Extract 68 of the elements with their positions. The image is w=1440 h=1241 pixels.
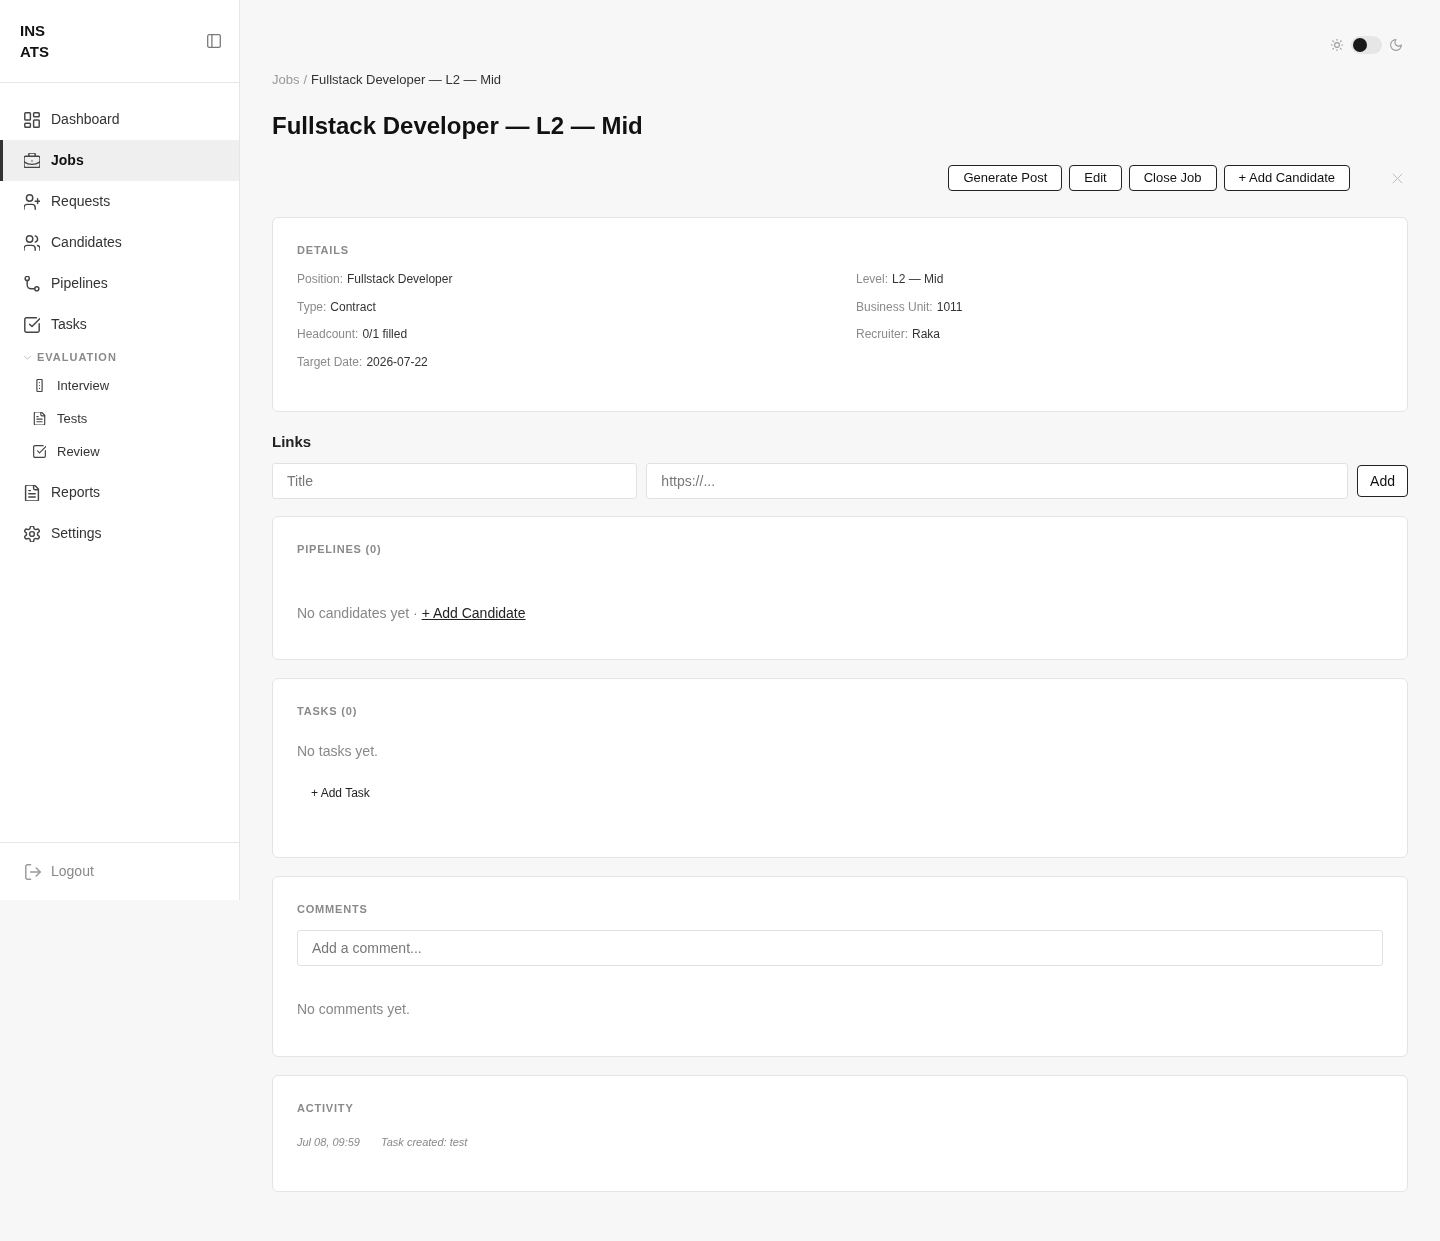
add-button[interactable]: Add: [1357, 465, 1408, 497]
empty-state-text: No comments yet.: [297, 1000, 411, 1019]
brand-logo: INS ATS: [20, 21, 50, 62]
breadcrumb-separator: /: [303, 71, 308, 89]
section-heading: COMMENTS: [297, 902, 369, 917]
checked-square-icon: [24, 316, 40, 333]
field-value: 0/1 filled: [362, 326, 408, 343]
action-button[interactable]: Edit: [1069, 165, 1122, 191]
field-value: Raka: [912, 326, 941, 343]
field-label: Target Date:: [297, 353, 363, 371]
panel-icon[interactable]: [207, 34, 221, 48]
grid-icon: [24, 111, 40, 128]
empty-state-text: No tasks yet.: [297, 742, 379, 761]
document-icon: [24, 484, 40, 501]
comment-field[interactable]: Add a comment...: [297, 930, 1383, 966]
section-heading: PIPELINES (0): [297, 542, 383, 557]
route-icon: [24, 275, 40, 292]
dotted-bar-icon: [33, 379, 46, 392]
users-icon: [24, 234, 40, 251]
activity-text: Task created: test: [381, 1135, 468, 1150]
briefcase-icon: [24, 152, 40, 169]
logout-link[interactable]: Logout: [25, 861, 94, 882]
action-button[interactable]: Close Job: [1128, 165, 1217, 191]
field-label: Type:: [297, 298, 327, 316]
nav-link[interactable]: Dashboard: [0, 99, 239, 140]
field-value: Fullstack Developer: [347, 271, 453, 288]
logout-icon: [25, 863, 41, 880]
add-task-button[interactable]: + Add Task: [297, 779, 384, 807]
field-label: Business Unit:: [856, 298, 933, 316]
section-heading: ACTIVITY: [297, 1101, 355, 1116]
nav-link[interactable]: Settings: [0, 513, 239, 554]
add-candidate-link[interactable]: + Add Candidate: [421, 603, 526, 623]
section-heading: DETAILS: [297, 243, 350, 258]
nav-link[interactable]: Tasks: [0, 304, 239, 345]
nav-link[interactable]: Requests: [0, 181, 239, 222]
section-title: Links: [272, 432, 313, 452]
moon-icon: [1390, 39, 1402, 51]
field-label: Recruiter:: [856, 326, 908, 343]
nav-link[interactable]: Candidates: [0, 222, 239, 263]
theme-switch[interactable]: [1351, 36, 1382, 54]
field-label: Level:: [856, 271, 889, 288]
field-label: Headcount:: [297, 326, 359, 343]
nav-link[interactable]: Tests: [0, 402, 239, 435]
document-icon: [33, 412, 46, 425]
field-value: Contract: [330, 298, 376, 316]
checked-square-icon: [33, 445, 46, 458]
title-field[interactable]: Title: [272, 463, 638, 499]
page-title: Fullstack Developer — L2 — Mid: [272, 111, 644, 141]
nav-link[interactable]: Jobs: [0, 140, 239, 181]
breadcrumb-current: Fullstack Developer — L2 — Mid: [311, 71, 502, 89]
chevron-down-icon: [24, 353, 31, 361]
action-button[interactable]: Generate Post: [948, 165, 1063, 191]
nav-link[interactable]: Review: [0, 435, 239, 468]
field-value: L2 — Mid: [892, 271, 944, 288]
nav-link[interactable]: Pipelines: [0, 263, 239, 304]
field-value: 2026-07-22: [366, 353, 428, 371]
settings-icon: [24, 525, 40, 542]
field-value: 1011: [936, 298, 963, 316]
action-button[interactable]: + Add Candidate: [1223, 165, 1350, 191]
sun-icon: [1331, 39, 1343, 51]
field-label: Position:: [297, 271, 344, 288]
nav-link[interactable]: Reports: [0, 472, 239, 513]
activity-time: Jul 08, 09:59: [297, 1135, 360, 1150]
section-heading: TASKS (0): [297, 704, 359, 719]
nav-link[interactable]: Interview: [0, 369, 239, 402]
user-plus-icon: [24, 193, 40, 210]
url-field[interactable]: https://...: [646, 463, 1349, 499]
empty-state-text: No candidates yet ·: [297, 604, 418, 623]
